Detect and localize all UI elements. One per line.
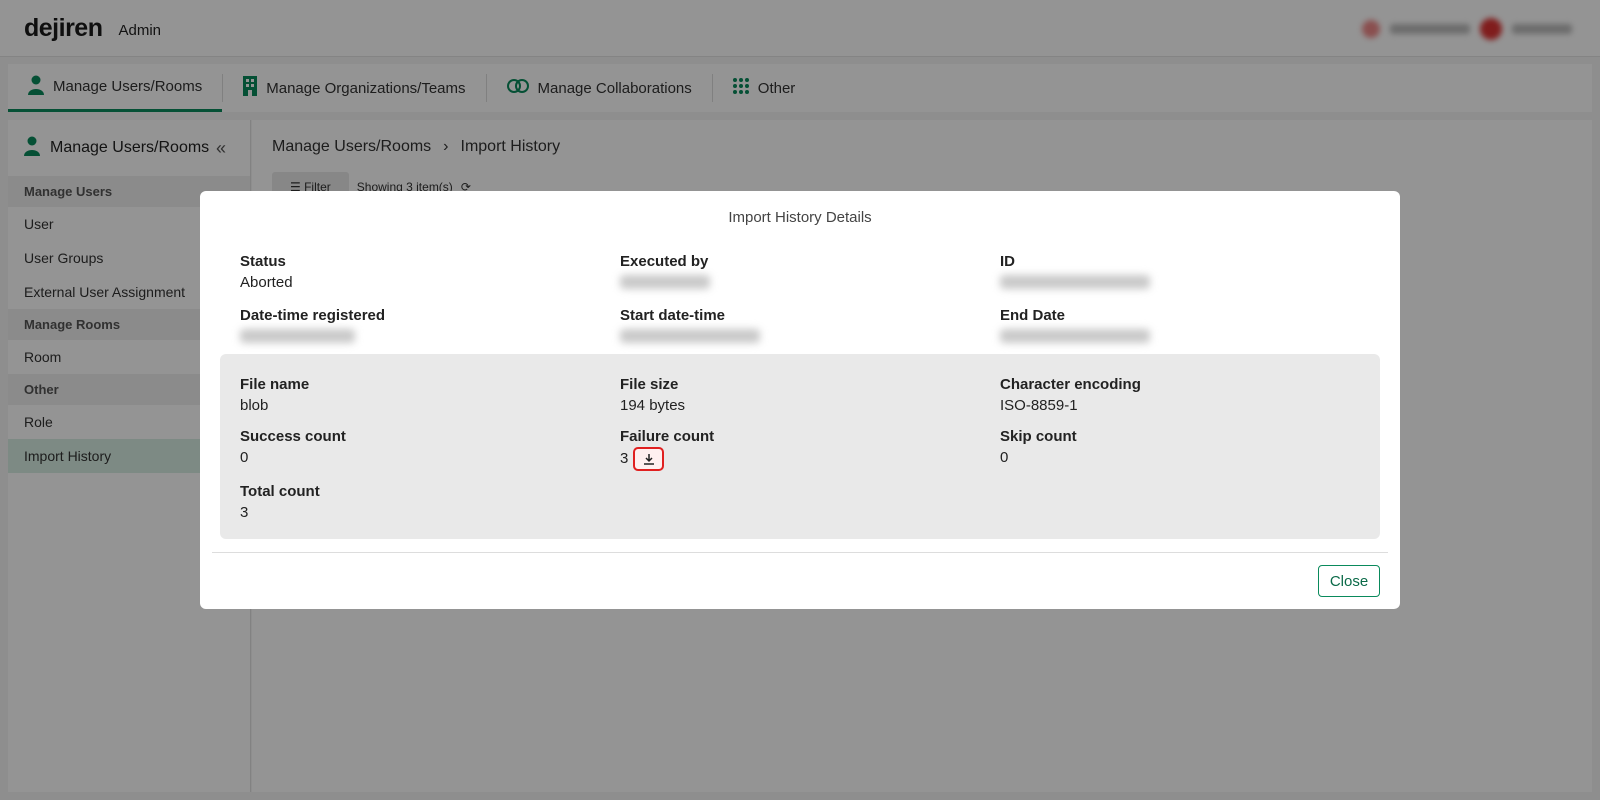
total-count-field: Total count 3 — [240, 481, 620, 523]
encoding-field: Character encoding ISO-8859-1 — [1000, 374, 1380, 416]
file-details-panel: File name blob File size 194 bytes Chara… — [220, 354, 1380, 539]
file-size-label: File size — [620, 376, 679, 393]
total-count-value: 3 — [240, 504, 249, 521]
divider — [212, 552, 1388, 553]
status-value: Aborted — [240, 274, 293, 291]
encoding-label: Character encoding — [1000, 376, 1141, 393]
dialog-title: Import History Details — [728, 209, 872, 226]
id-label: ID — [1000, 253, 1015, 270]
registered-label: Date-time registered — [240, 307, 386, 324]
start-label: Start date-time — [620, 307, 726, 324]
end-value-redacted — [1000, 326, 1380, 349]
failure-count-value: 3 — [620, 449, 629, 467]
start-field: Start date-time — [620, 305, 1000, 349]
download-icon — [643, 453, 655, 465]
end-label: End Date — [1000, 307, 1066, 324]
id-field: ID — [1000, 251, 1380, 295]
success-count-label: Success count — [240, 428, 346, 445]
skip-count-field: Skip count 0 — [1000, 426, 1380, 471]
import-history-details-dialog: Import History Details Status Aborted Ex… — [200, 191, 1400, 609]
download-failures-button[interactable] — [633, 447, 665, 471]
failure-count-field: Failure count 3 — [620, 426, 1000, 471]
file-name-field: File name blob — [240, 374, 620, 416]
start-value-redacted — [620, 326, 1000, 349]
failure-count-row: 3 — [620, 447, 1000, 471]
total-count-label: Total count — [240, 483, 320, 500]
file-size-field: File size 194 bytes — [620, 374, 1000, 416]
executed-by-value-redacted — [620, 272, 1000, 295]
encoding-value: ISO-8859-1 — [1000, 397, 1078, 414]
registered-field: Date-time registered — [240, 305, 620, 349]
registered-value-redacted — [240, 326, 620, 349]
file-size-value: 194 bytes — [620, 397, 686, 414]
summary-fields: Status Aborted Executed by ID Date-time … — [240, 251, 1380, 349]
status-label: Status — [240, 253, 286, 270]
status-field: Status Aborted — [240, 251, 620, 295]
file-name-value: blob — [240, 397, 269, 414]
executed-by-field: Executed by — [620, 251, 1000, 295]
file-name-label: File name — [240, 376, 310, 393]
end-field: End Date — [1000, 305, 1380, 349]
skip-count-value: 0 — [1000, 449, 1009, 466]
skip-count-label: Skip count — [1000, 428, 1077, 445]
failure-count-label: Failure count — [620, 428, 715, 445]
executed-by-label: Executed by — [620, 253, 709, 270]
success-count-value: 0 — [240, 449, 249, 466]
close-button[interactable]: Close — [1318, 565, 1380, 597]
id-value-redacted — [1000, 272, 1380, 295]
success-count-field: Success count 0 — [240, 426, 620, 471]
file-detail-fields: File name blob File size 194 bytes Chara… — [240, 374, 1380, 523]
